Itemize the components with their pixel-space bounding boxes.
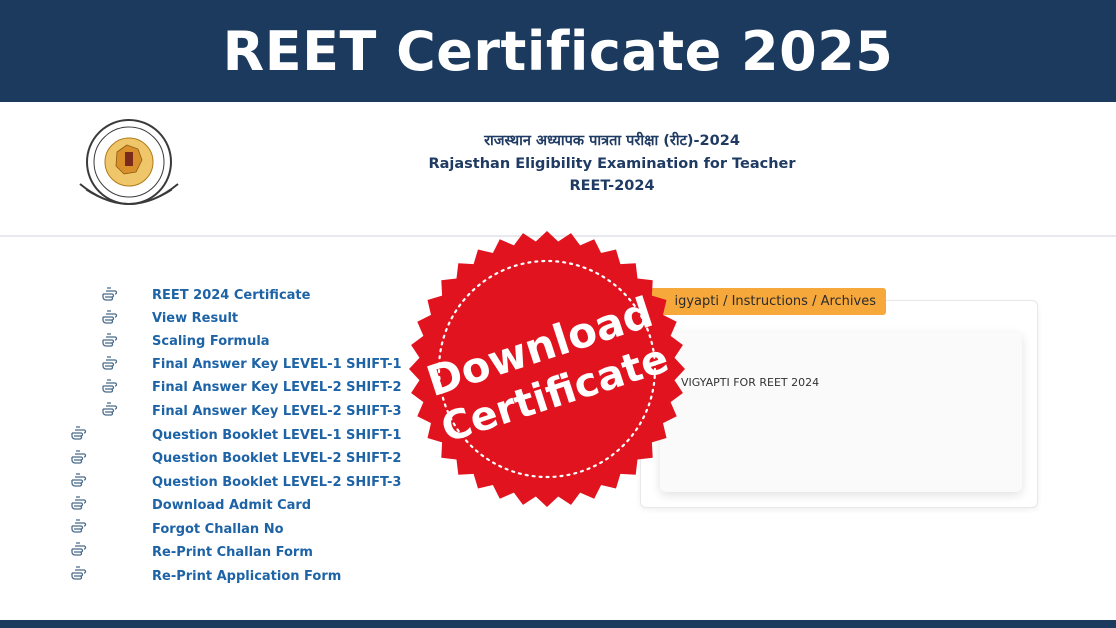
link-scaling-formula[interactable]: Scaling Formula: [152, 334, 270, 354]
rbse-seal-icon: [79, 119, 179, 205]
pointing-hand-icon: [70, 496, 90, 512]
link-question-booklet-l2-s2[interactable]: Question Booklet LEVEL-2 SHIFT-2: [152, 451, 401, 471]
pointing-hand-icon: [101, 356, 121, 372]
pointing-hand-icon: [70, 450, 90, 466]
pointing-hand-icon: [70, 542, 90, 558]
footer-bar: [0, 620, 1116, 628]
banner-title: REET Certificate 2025: [222, 19, 894, 83]
link-forgot-challan[interactable]: Forgot Challan No: [152, 522, 284, 542]
pointing-hand-icon: [101, 287, 121, 303]
notice-card: [660, 332, 1022, 492]
link-download-admit-card[interactable]: Download Admit Card: [152, 498, 311, 518]
pointing-hand-icon: [70, 566, 90, 582]
pointing-hand-icon: [70, 426, 90, 442]
header-title-hindi: राजस्थान अध्यापक पात्रता परीक्षा (रीट)-2…: [484, 133, 740, 149]
pointing-hand-icon: [101, 310, 121, 326]
top-banner: REET Certificate 2025: [0, 0, 1116, 102]
link-reprint-challan[interactable]: Re-Print Challan Form: [152, 545, 313, 565]
link-final-answer-key-l1-s1[interactable]: Final Answer Key LEVEL-1 SHIFT-1: [152, 357, 402, 377]
notice-link-vigyapti[interactable]: VIGYAPTI FOR REET 2024: [681, 376, 819, 389]
header-title-english: Rajasthan Eligibility Examination for Te…: [428, 155, 796, 172]
pointing-hand-icon: [101, 333, 121, 349]
download-certificate-seal[interactable]: Download Certificate: [406, 228, 688, 510]
link-view-result[interactable]: View Result: [152, 311, 238, 331]
pointing-hand-icon: [101, 402, 121, 418]
link-reet-certificate[interactable]: REET 2024 Certificate: [152, 288, 310, 308]
header-title-code: REET-2024: [569, 178, 655, 194]
pointing-hand-icon: [70, 519, 90, 535]
link-final-answer-key-l2-s2[interactable]: Final Answer Key LEVEL-2 SHIFT-2: [152, 380, 402, 400]
link-final-answer-key-l2-s3[interactable]: Final Answer Key LEVEL-2 SHIFT-3: [152, 404, 402, 424]
link-question-booklet-l2-s3[interactable]: Question Booklet LEVEL-2 SHIFT-3: [152, 475, 401, 495]
link-reprint-application[interactable]: Re-Print Application Form: [152, 569, 341, 589]
header-titles: राजस्थान अध्यापक पात्रता परीक्षा (रीट)-2…: [400, 130, 824, 198]
pointing-hand-icon: [70, 473, 90, 489]
link-question-booklet-l1-s1[interactable]: Question Booklet LEVEL-1 SHIFT-1: [152, 428, 401, 448]
pointing-hand-icon: [101, 379, 121, 395]
